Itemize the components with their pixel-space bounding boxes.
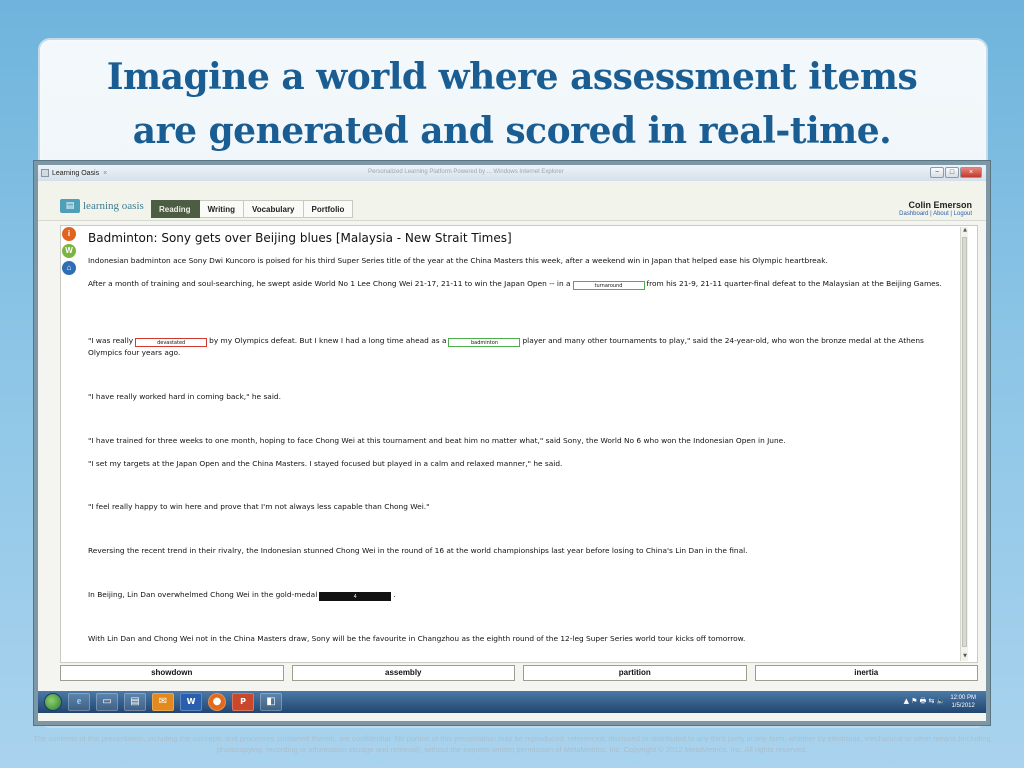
screenshot-frame: Learning Oasis × Personalized Learning P… bbox=[33, 160, 991, 726]
word-bank: showdown assembly partition inertia bbox=[60, 665, 978, 683]
app-window-icon[interactable]: ◧ bbox=[260, 693, 282, 711]
word-option-assembly[interactable]: assembly bbox=[291, 665, 515, 681]
brand-name: learning oasis bbox=[83, 200, 144, 212]
tab-close-icon[interactable]: × bbox=[103, 170, 107, 177]
user-name: Colin Emerson bbox=[908, 200, 972, 210]
clock-date: 1/5/2012 bbox=[951, 703, 975, 709]
vertical-scrollbar[interactable]: ▲ ▼ bbox=[960, 227, 968, 661]
scroll-up-icon[interactable]: ▲ bbox=[961, 227, 969, 235]
word-icon[interactable]: W bbox=[62, 244, 76, 258]
tab-portfolio[interactable]: Portfolio bbox=[303, 200, 354, 218]
tab-reading[interactable]: Reading bbox=[151, 200, 200, 218]
side-toolbar: i W ⌂ bbox=[62, 227, 80, 278]
window-titlebar: Learning Oasis × Personalized Learning P… bbox=[38, 165, 986, 181]
paragraph-text: from his 21-9, 21-11 quarter-final defea… bbox=[646, 279, 942, 288]
paragraph: With Lin Dan and Chong Wei not in the Ch… bbox=[88, 634, 746, 643]
main-nav: Reading Writing Vocabulary Portfolio bbox=[151, 200, 354, 218]
maximize-button[interactable]: □ bbox=[945, 167, 959, 178]
file-explorer-icon[interactable]: ▭ bbox=[96, 693, 118, 711]
tab-writing[interactable]: Writing bbox=[199, 200, 244, 218]
paragraph: "I set my targets at the Japan Open and … bbox=[88, 459, 563, 468]
book-icon: ▤ bbox=[60, 199, 80, 213]
windows-taskbar: e ▭ ▤ ✉ W ● P ◧ ▲ ⚑ 🖶 ⇆ 🔈 12:00 PM 1/5/2… bbox=[38, 691, 986, 713]
paragraph: After a month of training and soul-searc… bbox=[88, 278, 953, 290]
powerpoint-icon[interactable]: P bbox=[232, 693, 254, 711]
cloze-blank-badminton[interactable]: badminton bbox=[448, 338, 521, 347]
clock[interactable]: 12:00 PM 1/5/2012 bbox=[950, 694, 976, 710]
article-title: Badminton: Sony gets over Beijing blues … bbox=[88, 231, 512, 245]
system-tray: ▲ ⚑ 🖶 ⇆ 🔈 12:00 PM 1/5/2012 bbox=[904, 694, 976, 710]
cloze-blank-turnaround[interactable]: turnaround bbox=[572, 281, 645, 290]
notes-icon[interactable]: ▤ bbox=[124, 693, 146, 711]
window-controls: − □ × bbox=[930, 167, 982, 178]
word-option-showdown[interactable]: showdown bbox=[60, 665, 284, 681]
paragraph-text: by my Olympics defeat. But I knew I had … bbox=[209, 336, 447, 345]
outlook-icon[interactable]: ✉ bbox=[152, 693, 174, 711]
paragraph: "I have really worked hard in coming bac… bbox=[88, 392, 281, 401]
firefox-icon[interactable]: ● bbox=[208, 693, 226, 711]
browser-tab-icon bbox=[41, 169, 49, 177]
info-icon[interactable]: i bbox=[62, 227, 76, 241]
word-option-inertia[interactable]: inertia bbox=[754, 665, 978, 681]
slide-title: Imagine a world where assessment items a… bbox=[40, 50, 984, 158]
paragraph-text: . bbox=[393, 590, 396, 599]
word-option-partition[interactable]: partition bbox=[523, 665, 747, 681]
paragraph-text: "I was really bbox=[88, 336, 134, 345]
paragraph: Reversing the recent trend in their riva… bbox=[88, 546, 748, 555]
user-box: Colin Emerson Dashboard | About | Logout bbox=[899, 200, 972, 217]
tab-vocabulary[interactable]: Vocabulary bbox=[243, 200, 304, 218]
home-icon[interactable]: ⌂ bbox=[62, 261, 76, 275]
window-caption: Personalized Learning Platform Powered b… bbox=[368, 169, 564, 175]
paragraph: "I have trained for three weeks to one m… bbox=[88, 436, 786, 445]
app-header: ▤ learning oasis Reading Writing Vocabul… bbox=[38, 181, 986, 221]
minimize-button[interactable]: − bbox=[930, 167, 944, 178]
paragraph: Indonesian badminton ace Sony Dwi Kuncor… bbox=[88, 256, 828, 265]
paragraph-text: After a month of training and soul-searc… bbox=[88, 279, 571, 288]
scroll-down-icon[interactable]: ▼ bbox=[961, 653, 969, 661]
cloze-blank-devastated[interactable]: devastated bbox=[135, 338, 208, 347]
browser-window: Learning Oasis × Personalized Learning P… bbox=[38, 165, 986, 721]
start-button[interactable] bbox=[44, 693, 62, 711]
learning-oasis-logo[interactable]: ▤ learning oasis bbox=[60, 199, 144, 213]
slide-title-line-1: Imagine a world where assessment items bbox=[106, 56, 918, 98]
tray-icons[interactable]: ▲ ⚑ 🖶 ⇆ 🔈 bbox=[904, 697, 946, 708]
paragraph: "I feel really happy to win here and pro… bbox=[88, 502, 430, 511]
slide-title-line-2: are generated and scored in real-time. bbox=[132, 110, 892, 152]
scroll-thumb[interactable] bbox=[962, 237, 967, 647]
paragraph: "I was really devastated by my Olympics de… bbox=[88, 335, 953, 359]
user-links[interactable]: Dashboard | About | Logout bbox=[899, 211, 972, 217]
close-window-button[interactable]: × bbox=[960, 167, 982, 178]
internet-explorer-icon[interactable]: e bbox=[68, 693, 90, 711]
paragraph: In Beijing, Lin Dan overwhelmed Chong We… bbox=[88, 589, 953, 601]
clock-time: 12:00 PM bbox=[950, 695, 976, 701]
confidentiality-footer: The contents of this presentation, inclu… bbox=[33, 734, 991, 754]
paragraph-text: In Beijing, Lin Dan overwhelmed Chong We… bbox=[88, 590, 318, 599]
cloze-blank-active[interactable]: 4 bbox=[319, 592, 392, 601]
word-app-icon[interactable]: W bbox=[180, 693, 202, 711]
browser-tab-title[interactable]: Learning Oasis bbox=[52, 170, 99, 177]
